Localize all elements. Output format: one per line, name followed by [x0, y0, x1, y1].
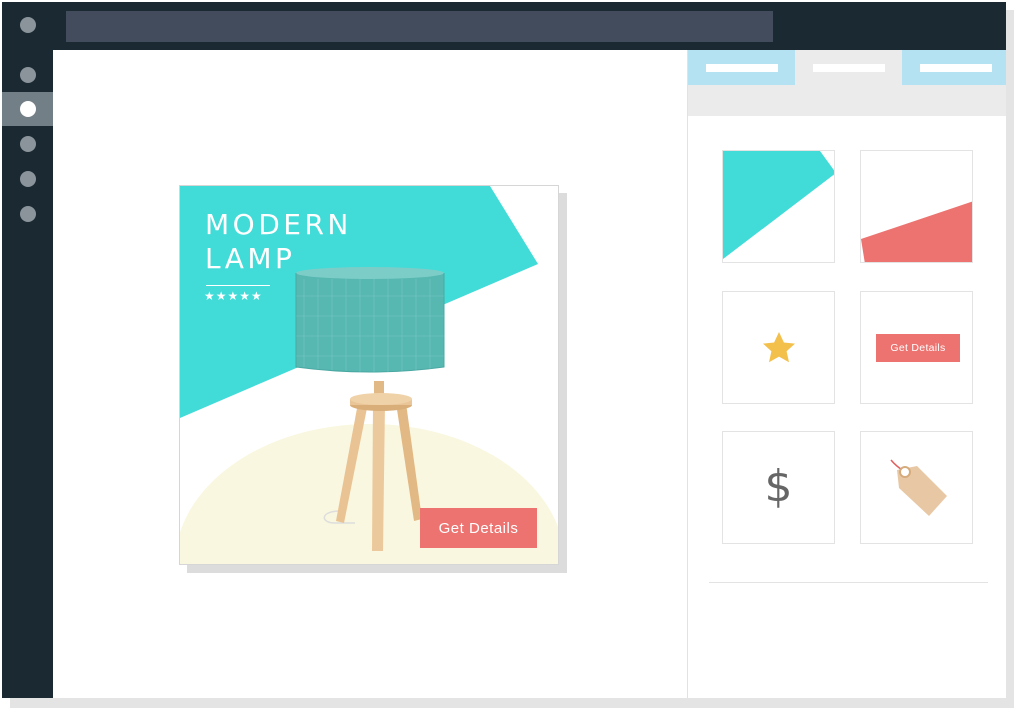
tab-3[interactable] [902, 50, 1006, 85]
coral-wedge-icon [861, 201, 972, 262]
teal-triangle-icon [723, 151, 834, 259]
sidebar-dot-icon [20, 136, 36, 152]
star-tile[interactable] [722, 291, 835, 404]
address-bar[interactable] [66, 11, 773, 42]
teal-shape-tile[interactable] [722, 150, 835, 263]
tab-1[interactable] [688, 50, 795, 85]
title-bar [2, 2, 1006, 50]
panel-divider [709, 582, 988, 583]
dollar-tile[interactable]: $ [722, 431, 835, 544]
tag-tile[interactable] [860, 431, 973, 544]
window-dot-icon[interactable] [20, 17, 36, 33]
get-details-element-button[interactable]: Get Details [876, 334, 960, 362]
sidebar-dot-icon [20, 206, 36, 222]
sidebar-dot-icon [20, 67, 36, 83]
ad-preview[interactable]: MODERN LAMP ★★★★★ Get Details [179, 185, 559, 565]
tab-label-placeholder [706, 64, 778, 72]
sidebar-dot-icon [20, 101, 36, 117]
dollar-icon: $ [764, 461, 793, 512]
ad-title-line-1: MODERN [205, 208, 352, 241]
sidebar-item-4[interactable] [2, 162, 53, 196]
tab-label-placeholder [920, 64, 992, 72]
sidebar-item-1[interactable] [2, 58, 53, 92]
star-icon [763, 332, 795, 363]
panel-tab-strip [688, 50, 1006, 116]
sidebar-item-2[interactable] [2, 92, 53, 126]
sidebar-dot-icon [20, 171, 36, 187]
tab-label-placeholder [813, 64, 885, 72]
tab-2[interactable] [795, 50, 902, 85]
price-tag-icon [890, 459, 947, 516]
sidebar-item-5[interactable] [2, 197, 53, 231]
app-window: MODERN LAMP ★★★★★ Get Details Get Detail… [2, 2, 1006, 698]
sidebar-item-3[interactable] [2, 127, 53, 161]
elements-panel: Get Details $ [687, 50, 1006, 698]
button-tile[interactable]: Get Details [860, 291, 973, 404]
sidebar [2, 50, 53, 698]
rating-stars: ★★★★★ [204, 289, 263, 303]
ad-divider [206, 285, 270, 286]
get-details-button[interactable]: Get Details [420, 508, 537, 548]
coral-shape-tile[interactable] [860, 150, 973, 263]
